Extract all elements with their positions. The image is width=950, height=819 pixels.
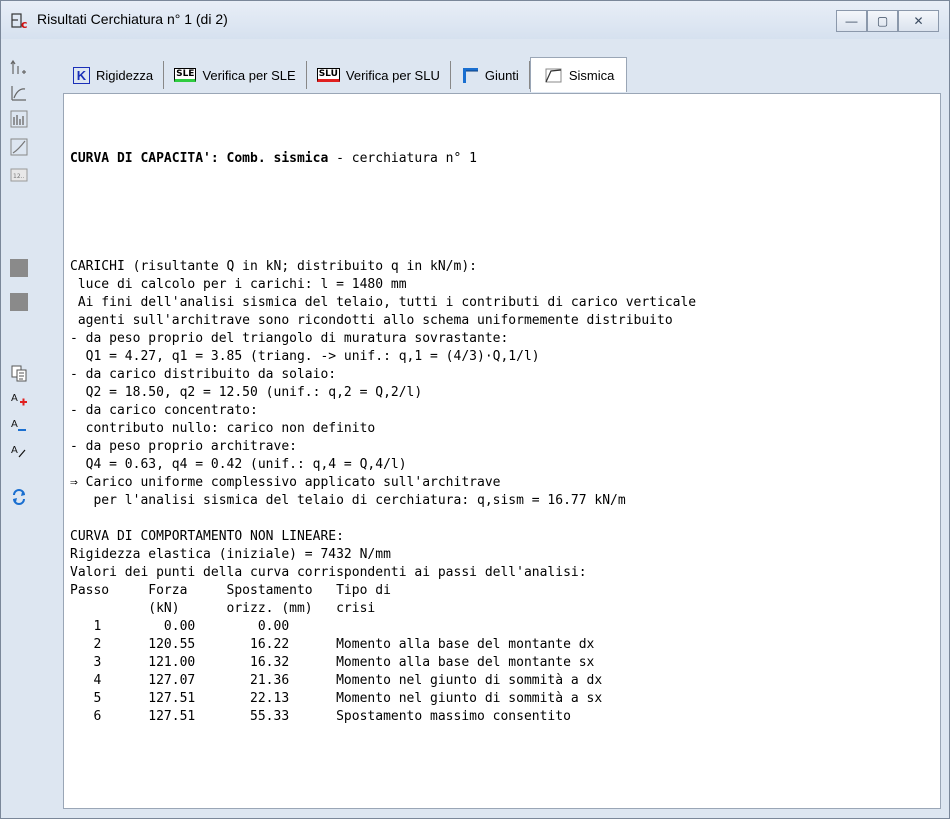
maximize-button[interactable]: ▢ [867,10,898,32]
report-line: Passo Forza Spostamento Tipo di [70,583,391,598]
step-icon[interactable] [9,57,29,77]
font-increase-icon[interactable]: A [9,389,29,409]
title-bar[interactable]: c Risultati Cerchiatura n° 1 (di 2) — ▢ … [1,1,949,39]
gray-square-icon[interactable] [10,293,28,311]
report-line: Q4 = 0.63, q4 = 0.42 (unif.: q,4 = Q,4/l… [70,457,407,472]
minimize-button[interactable]: — [836,10,867,32]
heading-rest: - cerchiatura n° 1 [328,151,477,166]
report-line: per l'analisi sismica del telaio di cerc… [70,493,626,508]
side-toolbar: 12.. A A A [3,53,33,813]
app-icon[interactable]: c [11,12,31,31]
report-text: CURVA DI CAPACITA': Comb. sismica - cerc… [70,114,696,762]
svg-text:12..: 12.. [13,173,25,180]
report-line: Rigidezza elastica (iniziale) = 7432 N/m… [70,547,391,562]
report-line: CARICHI (risultante Q in kN; distribuito… [70,259,477,274]
copy-icon[interactable] [9,363,29,383]
window-controls: — ▢ ✕ [836,10,939,32]
report-panel[interactable]: CURVA DI CAPACITA': Comb. sismica - cerc… [63,93,941,809]
heading-bold: CURVA DI CAPACITA': Comb. sismica [70,151,329,166]
report-line: 1 0.00 0.00 [70,619,290,634]
report-line: Q2 = 18.50, q2 = 12.50 (unif.: q,2 = Q,2… [70,385,423,400]
report-heading: CURVA DI CAPACITA': Comb. sismica - cerc… [70,150,696,168]
results-window: c Risultati Cerchiatura n° 1 (di 2) — ▢ … [0,0,950,819]
report-line: 3 121.00 16.32 Momento alla base del mon… [70,655,595,670]
tab-rigidezza[interactable]: K Rigidezza [63,61,165,89]
tab-label: Verifica per SLU [345,67,440,83]
report-line: 4 127.07 21.36 Momento nel giunto di som… [70,673,603,688]
close-button[interactable]: ✕ [898,10,939,32]
chart-icon[interactable] [9,109,29,129]
report-line: agenti sull'architrave sono ricondotti a… [70,313,673,328]
tab-sismica[interactable]: Sismica [529,57,628,92]
report-line: 5 127.51 22.13 Momento nel giunto di som… [70,691,603,706]
gray-square-icon[interactable] [10,259,28,277]
tab-label: Sismica [568,67,615,83]
refresh-icon[interactable] [9,487,29,507]
seismic-curve-icon [543,66,563,84]
report-line: CURVA DI COMPORTAMENTO NON LINEARE: [70,529,344,544]
slu-icon: SLU [316,68,340,82]
page-icon[interactable]: 12.. [9,165,29,185]
svg-text:A: A [11,445,18,456]
tab-verifica-sle[interactable]: SLE Verifica per SLE [164,61,307,89]
report-line: contributo nullo: carico non definito [70,421,376,436]
tab-label: Rigidezza [96,67,154,83]
svg-text:c: c [21,18,28,30]
report-line: Valori dei punti della curva corrisponde… [70,565,587,580]
report-line: 2 120.55 16.22 Momento alla base del mon… [70,637,595,652]
tab-label: Giunti [484,67,519,83]
svg-text:A: A [11,419,18,430]
svg-text:A: A [11,393,18,404]
report-line: - da carico distribuito da solaio: [70,367,337,382]
joint-icon [461,66,479,84]
report-line [70,510,696,528]
tab-bar: K Rigidezza SLE Verifica per SLE SLU Ver… [63,57,628,92]
report-line: 6 127.51 55.33 Spostamento massimo conse… [70,709,571,724]
close-icon: ✕ [913,14,924,28]
report-line: (kN) orizz. (mm) crisi [70,601,376,616]
maximize-icon: ▢ [876,14,889,28]
tab-label: Verifica per SLE [202,67,296,83]
font-decrease-icon[interactable]: A [9,415,29,435]
graph-icon[interactable] [9,137,29,157]
report-line: - da carico concentrato: [70,403,258,418]
report-line: Q1 = 4.27, q1 = 3.85 (triang. -> unif.: … [70,349,540,364]
report-line: ⇒ Carico uniforme complessivo applicato … [70,475,501,490]
report-line: luce di calcolo per i carichi: l = 1480 … [70,277,407,292]
tab-verifica-slu[interactable]: SLU Verifica per SLU [307,61,451,89]
report-line: Ai fini dell'analisi sismica del telaio,… [70,295,697,310]
window-title: Risultati Cerchiatura n° 1 (di 2) [37,11,228,27]
report-line: - da peso proprio architrave: [70,439,297,454]
tab-giunti[interactable]: Giunti [451,61,530,89]
sle-icon: SLE [174,68,197,82]
report-line: - da peso proprio del triangolo di murat… [70,331,509,346]
minimize-icon: — [845,14,858,28]
report-lines: CARICHI (risultante Q in kN; distribuito… [70,258,696,726]
curve-icon[interactable] [9,83,29,103]
stiffness-icon: K [73,66,90,84]
font-italic-icon[interactable]: A [9,441,29,461]
